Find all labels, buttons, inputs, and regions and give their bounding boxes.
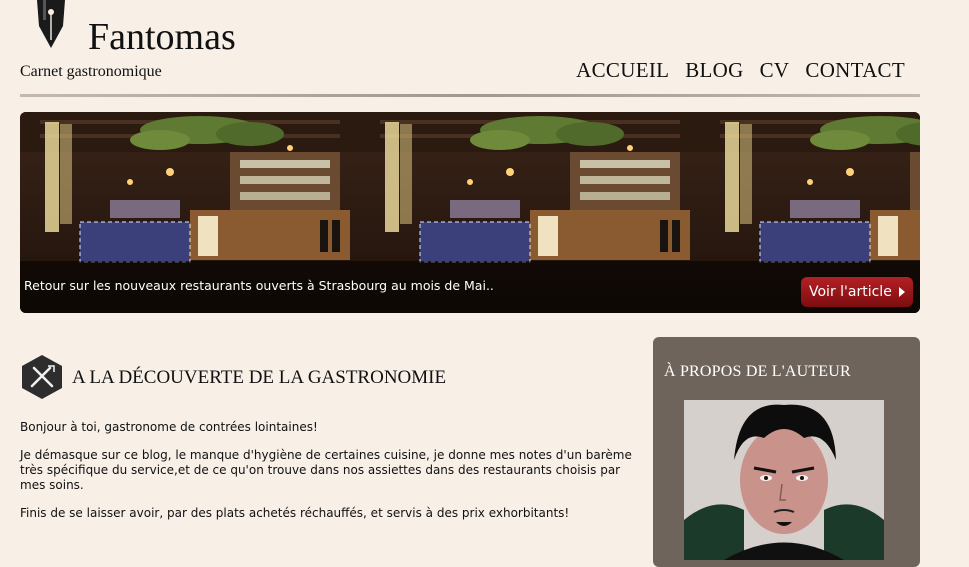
play-arrow-icon <box>899 287 905 297</box>
about-author-title: À PROPOS DE L'AUTEUR <box>664 363 851 380</box>
cutlery-badge-icon <box>22 355 62 399</box>
intro-paragraph: Finis de se laisser avoir, par des plats… <box>20 506 570 520</box>
nav-home-link[interactable]: ACCUEIL <box>576 57 669 83</box>
author-avatar <box>684 400 884 560</box>
nav-cv-link[interactable]: CV <box>760 57 790 83</box>
slider-caption: Retour sur les nouveaux restaurants ouve… <box>24 278 494 293</box>
intro-text: Bonjour à toi, gastronome de contrées lo… <box>20 420 640 534</box>
pen-nib-logo-icon <box>37 0 65 48</box>
read-article-label: Voir l'article <box>809 284 892 300</box>
site-tagline: Carnet gastronomique <box>20 63 162 80</box>
read-article-button[interactable]: Voir l'article <box>801 277 913 307</box>
section-title: A LA DÉCOUVERTE DE LA GASTRONOMIE <box>72 367 447 388</box>
intro-paragraph: Bonjour à toi, gastronome de contrées lo… <box>20 420 318 434</box>
header-divider <box>20 94 920 97</box>
nav-blog-link[interactable]: BLOG <box>685 57 743 83</box>
nav-contact-link[interactable]: CONTACT <box>805 57 905 83</box>
intro-paragraph: Je démasque sur ce blog, le manque d'hyg… <box>20 448 632 492</box>
site-title[interactable]: Fantomas <box>88 14 236 60</box>
about-author-panel: À PROPOS DE L'AUTEUR <box>653 337 920 567</box>
main-nav: ACCUEIL BLOG CV CONTACT <box>576 57 905 83</box>
author-portrait <box>684 400 884 560</box>
featured-slider[interactable]: Retour sur les nouveaux restaurants ouve… <box>20 112 920 313</box>
